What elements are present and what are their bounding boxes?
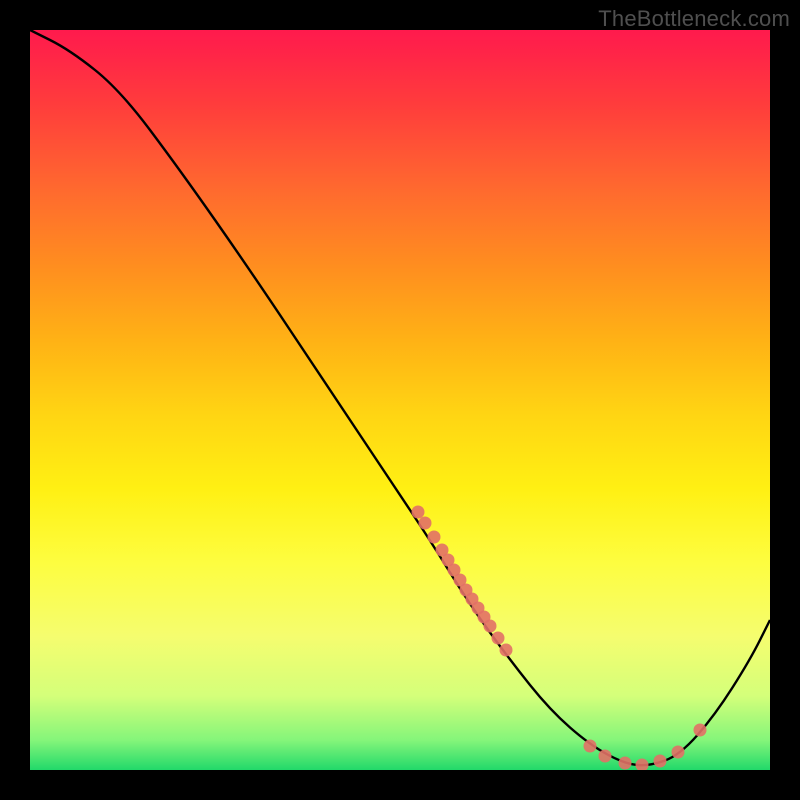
scatter-point [694,724,707,737]
watermark-text: TheBottleneck.com [598,6,790,32]
scatter-point [419,517,432,530]
scatter-point [500,644,513,657]
scatter-point [492,632,505,645]
plot-area [30,30,770,770]
scatter-point [672,746,685,759]
bottleneck-curve [30,30,770,765]
scatter-point [619,757,632,770]
scatter-point [428,531,441,544]
scatter-points [412,506,707,771]
scatter-point [636,759,649,771]
scatter-point [484,620,497,633]
curve-line [30,30,770,765]
chart-container: TheBottleneck.com [0,0,800,800]
curve-overlay [30,30,770,770]
scatter-point [584,740,597,753]
scatter-point [654,755,667,768]
scatter-point [599,750,612,763]
scatter-point [412,506,425,519]
